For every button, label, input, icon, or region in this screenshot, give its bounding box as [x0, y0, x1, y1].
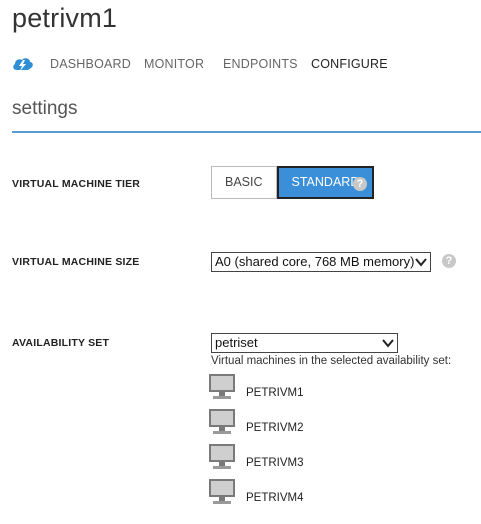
section-divider	[12, 131, 481, 133]
tab-endpoints[interactable]: ENDPOINTS	[223, 57, 298, 71]
computer-icon	[209, 444, 235, 469]
tab-monitor[interactable]: MONITOR	[144, 57, 204, 71]
tier-toggle: BASIC STANDARD	[211, 166, 375, 199]
size-label: VIRTUAL MACHINE SIZE	[12, 256, 140, 268]
availability-note: Virtual machines in the selected availab…	[211, 355, 452, 367]
page-title: petrivm1	[12, 3, 118, 33]
vm-list-item: PETRIVM3	[208, 443, 408, 473]
vm-list-item: PETRIVM4	[208, 478, 408, 508]
vm-name: PETRIVM1	[246, 387, 304, 399]
availability-label: AVAILABILITY SET	[12, 337, 110, 349]
size-select[interactable]: A0 (shared core, 768 MB memory)	[211, 252, 431, 272]
availability-select-value: petriset	[215, 335, 258, 350]
tier-label: VIRTUAL MACHINE TIER	[12, 178, 141, 190]
section-title: settings	[12, 98, 78, 119]
tab-configure[interactable]: CONFIGURE	[311, 57, 388, 71]
tab-dashboard[interactable]: DASHBOARD	[50, 57, 131, 71]
computer-icon	[209, 409, 235, 434]
cloud-lightning-icon[interactable]	[12, 56, 34, 72]
vm-list-item: PETRIVM2	[208, 408, 408, 438]
vm-list-item: PETRIVM1	[208, 373, 408, 403]
computer-icon	[209, 374, 235, 399]
vm-name: PETRIVM2	[246, 422, 304, 434]
chevron-down-icon	[382, 339, 394, 348]
vm-name: PETRIVM4	[246, 492, 304, 504]
tier-help-icon[interactable]: ?	[353, 177, 367, 191]
size-select-value: A0 (shared core, 768 MB memory)	[215, 254, 415, 269]
computer-icon	[209, 479, 235, 504]
vm-name: PETRIVM3	[246, 457, 304, 469]
chevron-down-icon	[415, 258, 427, 267]
tier-basic-button[interactable]: BASIC	[211, 166, 277, 199]
size-help-icon[interactable]: ?	[442, 254, 456, 268]
availability-select[interactable]: petriset	[211, 333, 398, 353]
